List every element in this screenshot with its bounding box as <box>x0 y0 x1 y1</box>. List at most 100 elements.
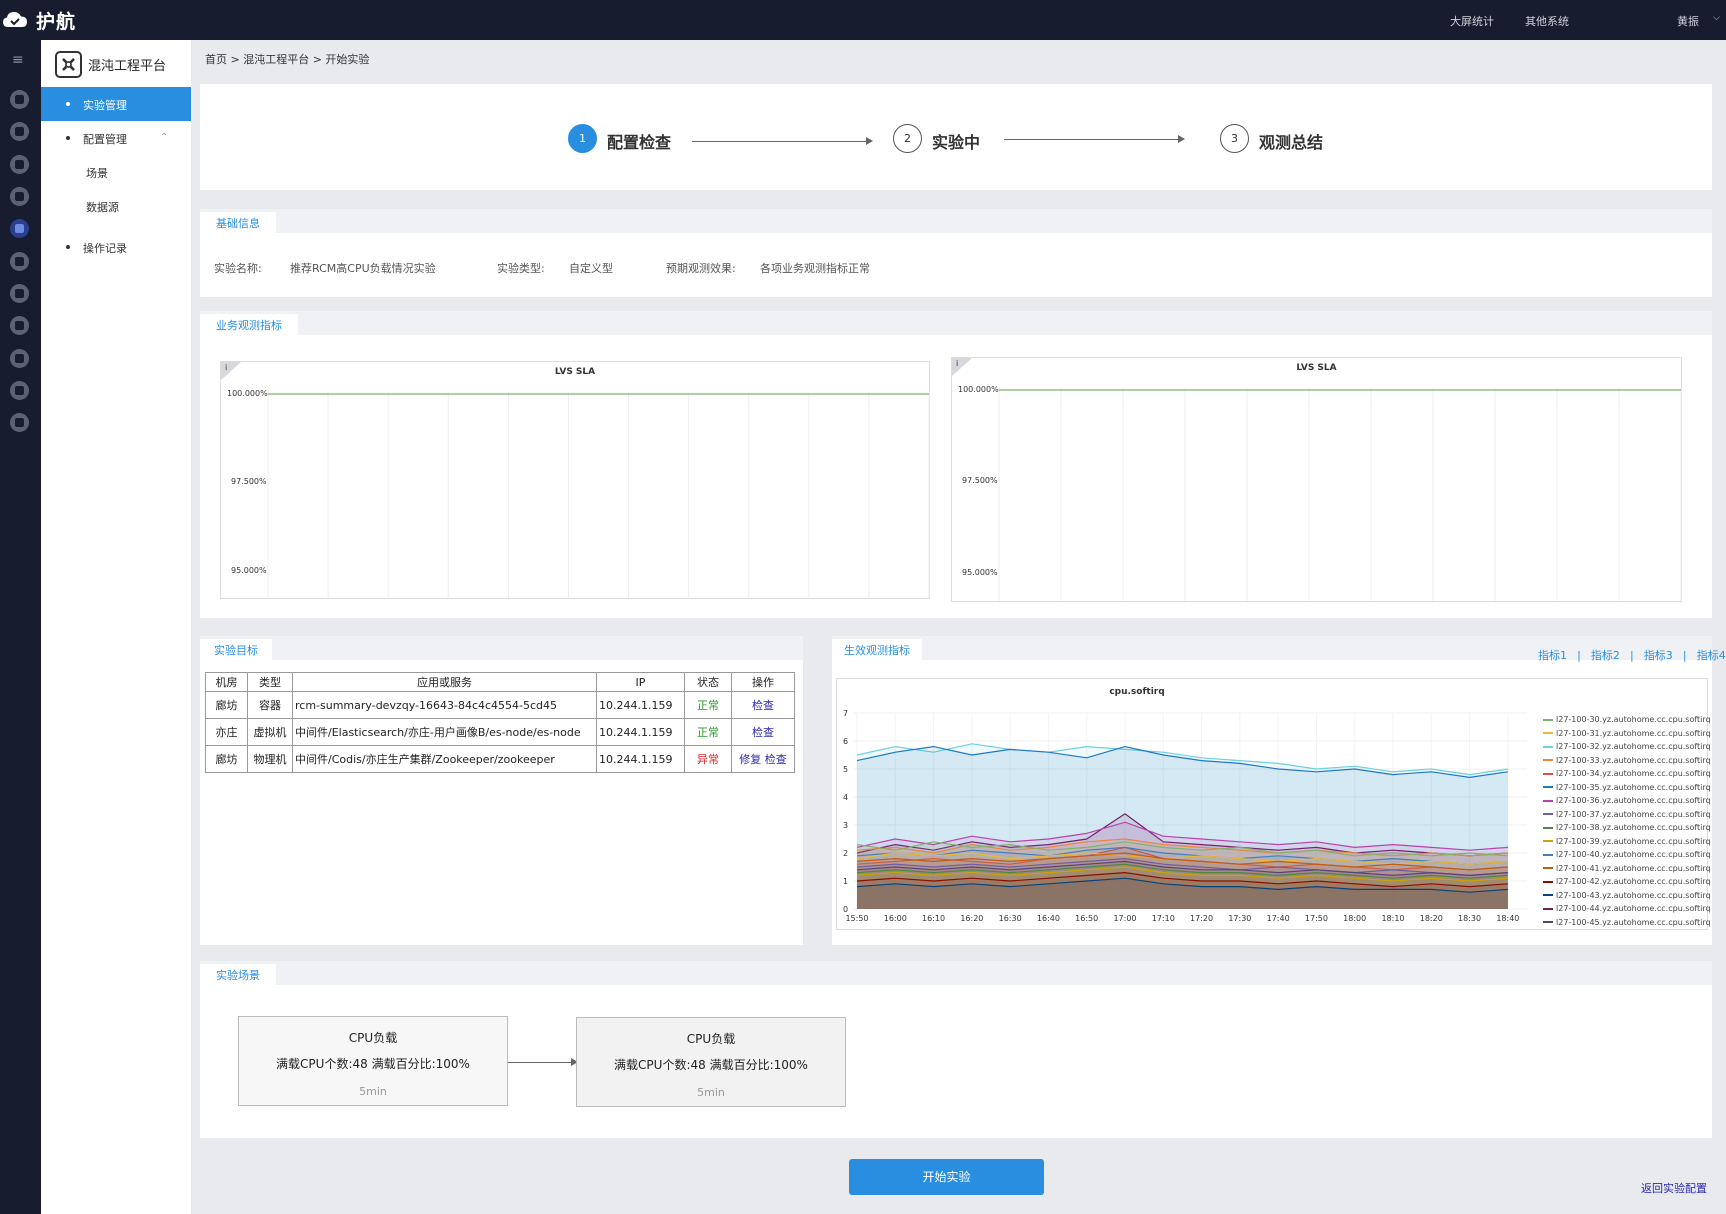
ops-cell: 检查 <box>731 718 795 746</box>
legend-item[interactable]: l27-100-42.yz.autohome.cc.cpu.softirq <box>1543 875 1711 889</box>
chevron-up-icon[interactable]: ⌃ <box>160 132 168 143</box>
rail-app-icon-7[interactable] <box>10 284 29 303</box>
legend-swatch <box>1543 786 1553 788</box>
x-tick-label: 18:00 <box>1343 914 1366 923</box>
rail-app-icon-3[interactable] <box>10 155 29 174</box>
legend-swatch <box>1543 840 1553 842</box>
chevron-down-icon[interactable]: ⌵ <box>1713 13 1720 23</box>
rail-app-icon-11[interactable] <box>10 413 29 432</box>
scenario-step-card[interactable]: CPU负载 满载CPU个数:48 满载百分比:100% 5min <box>576 1017 846 1107</box>
y-tick-label: 100.000% <box>227 389 268 398</box>
breadcrumb: 首页 > 混沌工程平台 > 开始实验 <box>205 53 370 66</box>
check-link[interactable]: 检查 <box>765 753 787 766</box>
step-arrow-1 <box>692 137 873 145</box>
bullet-icon <box>66 136 70 140</box>
rail-app-icon-2[interactable] <box>10 122 29 141</box>
experiment-type-label: 实验类型: <box>497 262 545 275</box>
rail-app-icon-4[interactable] <box>10 187 29 206</box>
y-tick-label: 7 <box>843 709 848 718</box>
legend-swatch <box>1543 853 1553 856</box>
legend-item[interactable]: l27-100-40.yz.autohome.cc.cpu.softirq <box>1543 848 1711 862</box>
sidebar-item-label: 操作记录 <box>83 242 127 255</box>
check-link[interactable]: 检查 <box>752 699 774 712</box>
legend-label: l27-100-42.yz.autohome.cc.cpu.softirq <box>1556 877 1711 886</box>
y-tick-label: 1 <box>843 877 848 886</box>
panel-tab-bar <box>200 961 1712 985</box>
y-tick-label: 5 <box>843 765 848 774</box>
legend-item[interactable]: l27-100-30.yz.autohome.cc.cpu.softirq <box>1543 713 1711 727</box>
y-tick-label: 0 <box>843 905 848 914</box>
ops-cell: 修复 检查 <box>731 745 795 773</box>
tab-business-metrics[interactable]: 业务观测指标 <box>200 314 298 335</box>
table-row: 廊坊 容器 rcm-summary-devzqy-16643-84c4c4554… <box>205 691 795 719</box>
chaos-platform-icon <box>55 51 82 78</box>
scenario-arrow <box>508 1058 578 1066</box>
rail-app-icon-10[interactable] <box>10 381 29 400</box>
legend-item[interactable]: l27-100-33.yz.autohome.cc.cpu.softirq <box>1543 754 1711 768</box>
legend-item[interactable]: l27-100-37.yz.autohome.cc.cpu.softirq <box>1543 808 1711 822</box>
service-cell: 中间件/Codis/亦庄生产集群/Zookeeper/zookeeper <box>292 745 597 773</box>
table-row: 亦庄 虚拟机 中间件/Elasticsearch/亦庄-用户画像B/es-nod… <box>205 718 795 746</box>
column-header: 机房 <box>205 672 248 692</box>
legend-item[interactable]: l27-100-36.yz.autohome.cc.cpu.softirq <box>1543 794 1711 808</box>
tab-targets[interactable]: 实验目标 <box>200 639 272 660</box>
legend-item[interactable]: l27-100-43.yz.autohome.cc.cpu.softirq <box>1543 889 1711 903</box>
sidebar-subitem-scene[interactable]: 场景 <box>86 165 108 181</box>
legend-item[interactable]: l27-100-34.yz.autohome.cc.cpu.softirq <box>1543 767 1711 781</box>
tab-basic-info[interactable]: 基础信息 <box>200 212 276 233</box>
sidebar-item-config-mgmt[interactable]: 配置管理 <box>41 121 191 155</box>
rail-app-icon-1[interactable] <box>10 90 29 109</box>
scenario-desc: 满载CPU个数:48 满载百分比:100% <box>276 1057 470 1071</box>
table-row: 廊坊 物理机 中间件/Codis/亦庄生产集群/Zookeeper/zookee… <box>205 745 795 773</box>
x-tick-label: 18:10 <box>1381 914 1404 923</box>
menu-toggle-icon[interactable]: ≡ <box>12 52 24 68</box>
legend-item[interactable]: l27-100-35.yz.autohome.cc.cpu.softirq <box>1543 781 1711 795</box>
expected-effect-value: 各项业务观测指标正常 <box>760 262 870 275</box>
x-tick-label: 16:40 <box>1037 914 1060 923</box>
check-link[interactable]: 检查 <box>752 726 774 739</box>
metric-link-3[interactable]: 指标3 <box>1644 649 1673 662</box>
panel-tab-bar <box>200 311 1712 335</box>
legend-swatch <box>1543 826 1553 829</box>
y-tick-label: 2 <box>843 849 848 858</box>
legend-swatch <box>1543 772 1553 775</box>
legend-item[interactable]: l27-100-44.yz.autohome.cc.cpu.softirq <box>1543 902 1711 916</box>
x-tick-label: 15:50 <box>845 914 868 923</box>
tab-scenario[interactable]: 实验场景 <box>200 964 276 985</box>
rail-app-icon-8[interactable] <box>10 316 29 335</box>
legend-swatch <box>1543 880 1553 883</box>
topnav-other-systems-link[interactable]: 其他系统 <box>1525 13 1569 29</box>
y-tick-label: 95.000% <box>962 568 998 577</box>
legend-swatch <box>1543 907 1553 910</box>
legend-label: l27-100-31.yz.autohome.cc.cpu.softirq <box>1556 728 1711 738</box>
separator: | <box>1577 649 1581 662</box>
column-header: 类型 <box>247 672 293 692</box>
legend-item[interactable]: l27-100-38.yz.autohome.cc.cpu.softirq <box>1543 821 1711 835</box>
legend-item[interactable]: l27-100-32.yz.autohome.cc.cpu.softirq <box>1543 740 1711 754</box>
legend-item[interactable]: l27-100-31.yz.autohome.cc.cpu.softirq <box>1543 727 1711 741</box>
user-menu[interactable]: 黄振 <box>1677 13 1699 29</box>
sidebar-item-experiment-mgmt[interactable]: 实验管理 <box>41 87 191 121</box>
experiment-name-value: 推荐RCM高CPU负载情况实验 <box>290 262 436 275</box>
legend-item[interactable]: l27-100-45.yz.autohome.cc.cpu.softirq <box>1543 916 1711 930</box>
tab-effect-metrics[interactable]: 生效观测指标 <box>832 639 922 660</box>
legend-label: l27-100-39.yz.autohome.cc.cpu.softirq <box>1556 836 1711 846</box>
metric-link-2[interactable]: 指标2 <box>1591 649 1620 662</box>
legend-item[interactable]: l27-100-39.yz.autohome.cc.cpu.softirq <box>1543 835 1711 849</box>
rail-app-icon-chaos[interactable] <box>10 219 29 238</box>
rail-app-icon-6[interactable] <box>10 252 29 271</box>
topnav-dashboard-link[interactable]: 大屏统计 <box>1450 13 1494 29</box>
platform-title: 混沌工程平台 <box>88 59 167 74</box>
rail-app-icon-9[interactable] <box>10 349 29 368</box>
scenario-step-card[interactable]: CPU负载 满载CPU个数:48 满载百分比:100% 5min <box>238 1016 508 1106</box>
back-to-config-link[interactable]: 返回实验配置 <box>1641 1180 1707 1196</box>
sidebar-subitem-datasource[interactable]: 数据源 <box>86 199 119 215</box>
legend-item[interactable]: l27-100-41.yz.autohome.cc.cpu.softirq <box>1543 862 1711 876</box>
sidebar-item-operation-log[interactable]: 操作记录 <box>41 230 191 264</box>
metric-link-1[interactable]: 指标1 <box>1538 649 1567 662</box>
metric-link-4[interactable]: 指标4 <box>1697 649 1726 662</box>
app-logo-text[interactable]: 护航 <box>36 7 76 34</box>
step-3-label: 观测总结 <box>1259 133 1324 152</box>
start-experiment-button[interactable]: 开始实验 <box>849 1159 1044 1195</box>
repair-link[interactable]: 修复 <box>739 753 761 766</box>
